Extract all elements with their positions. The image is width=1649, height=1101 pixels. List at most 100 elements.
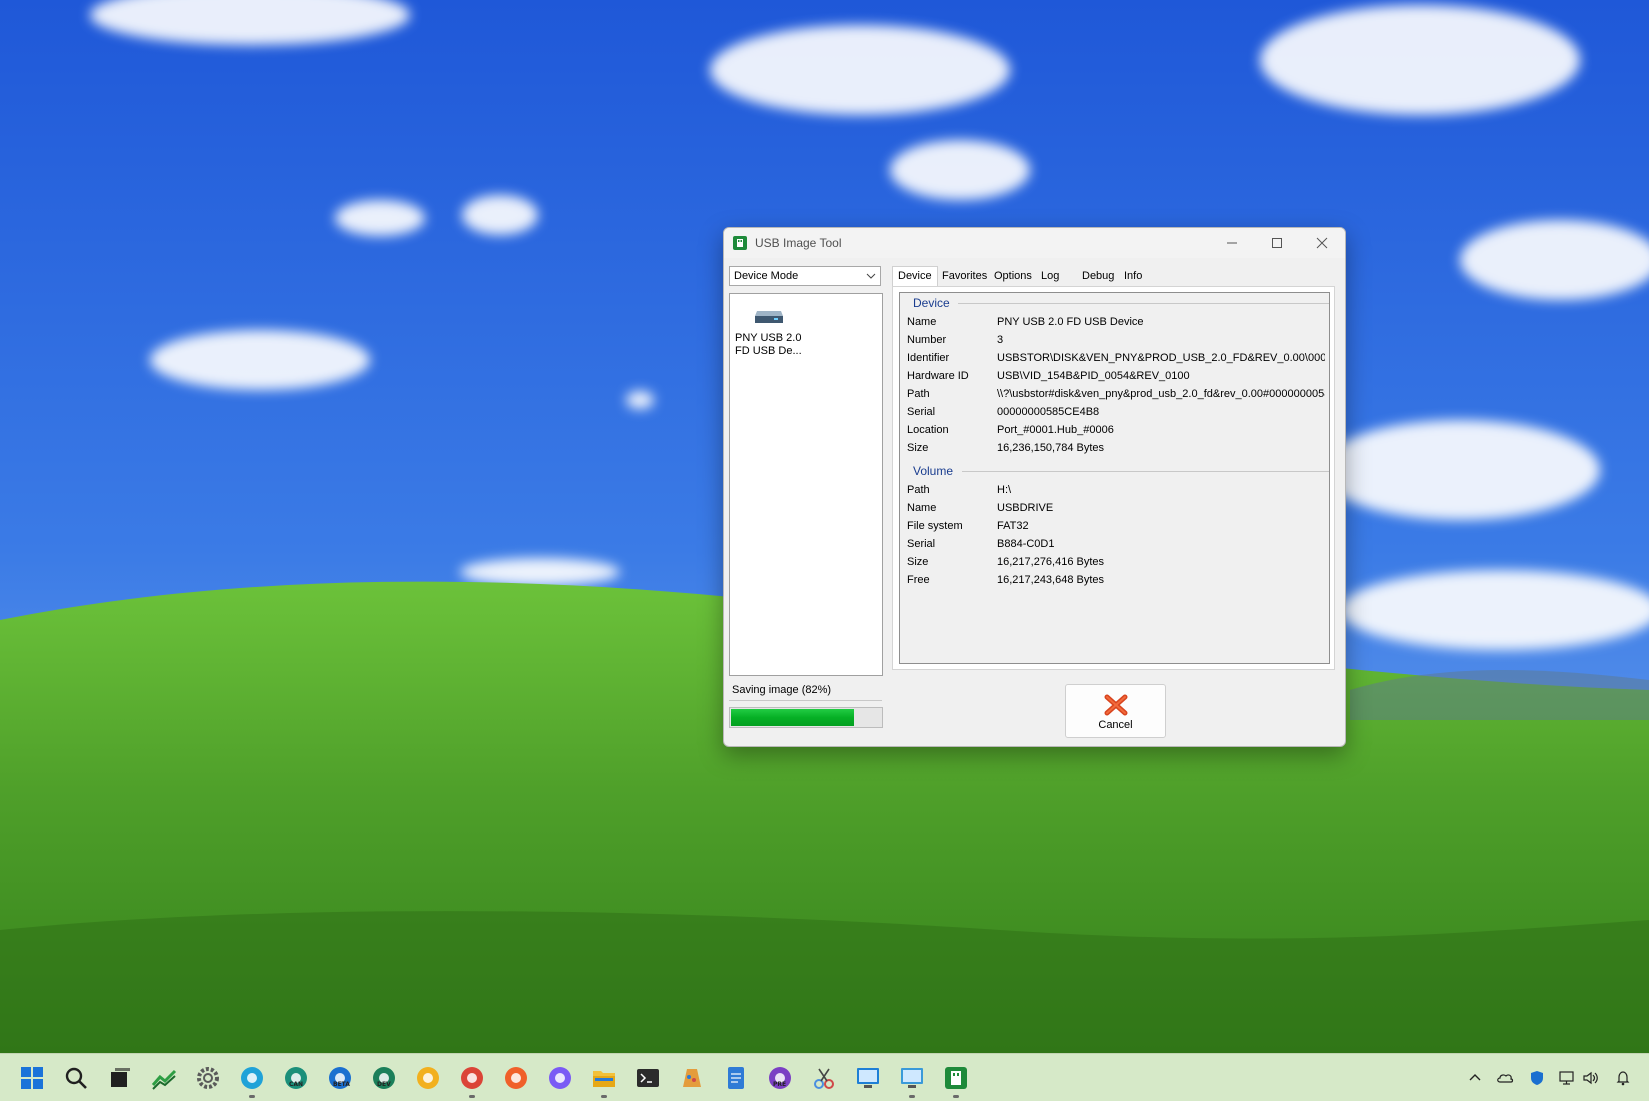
device-row: Identifier USBSTOR\DISK&VEN_PNY&PROD_USB…	[907, 352, 1325, 368]
volume-row: Serial B884-C0D1	[907, 538, 1325, 554]
edge-canary-badge: CAN	[289, 1081, 304, 1088]
snipping-tool-icon[interactable]	[811, 1065, 837, 1091]
device-group-title: Device	[913, 296, 953, 310]
device-row: Path \\?\usbstor#disk&ven_pny&prod_usb_2…	[907, 388, 1325, 404]
stock-app-icon[interactable]	[151, 1065, 177, 1091]
row-label: Serial	[907, 538, 936, 550]
edge-icon[interactable]	[239, 1065, 265, 1091]
minimize-icon	[1227, 242, 1237, 244]
defender-icon[interactable]	[1528, 1070, 1546, 1086]
device-row: Size 16,236,150,784 Bytes	[907, 442, 1325, 458]
row-label: Location	[907, 424, 949, 436]
volume-row: File system FAT32	[907, 520, 1325, 536]
tab-debug[interactable]: Debug	[1082, 266, 1114, 286]
row-label: Name	[907, 502, 937, 514]
row-value: PNY USB 2.0 FD USB Device	[997, 316, 1144, 328]
close-button[interactable]	[1299, 228, 1345, 258]
tab-device[interactable]: Device	[892, 266, 938, 286]
powershell-preview-badge: PRE	[773, 1081, 787, 1088]
terminal-icon[interactable]	[635, 1065, 661, 1091]
chrome-canary-icon[interactable]	[415, 1065, 441, 1091]
paint-icon[interactable]	[679, 1065, 705, 1091]
tab-log[interactable]: Log	[1041, 266, 1059, 286]
notepad-icon[interactable]	[723, 1065, 749, 1091]
device-row: Hardware ID USB\VID_154B&PID_0054&REV_01…	[907, 370, 1325, 386]
row-value: Port_#0001.Hub_#0006	[997, 424, 1114, 436]
usb-image-tool-app-icon	[733, 236, 747, 250]
minimize-button[interactable]	[1209, 228, 1255, 258]
row-label: Path	[907, 388, 930, 400]
row-label: Identifier	[907, 352, 950, 364]
running-indicator	[953, 1095, 959, 1098]
volume-group-title: Volume	[913, 464, 957, 478]
volume-row: Path H:\	[907, 484, 1325, 500]
row-label: Path	[907, 484, 930, 496]
usb-image-tool-icon[interactable]	[943, 1065, 969, 1091]
maximize-icon	[1272, 238, 1282, 248]
network-icon[interactable]	[1558, 1070, 1576, 1086]
cancel-button[interactable]: Cancel	[1065, 684, 1166, 738]
row-label: File system	[907, 520, 963, 532]
device-info-box: Device Name PNY USB 2.0 FD USB Device Nu…	[899, 292, 1330, 664]
onedrive-icon[interactable]	[1496, 1070, 1514, 1086]
row-label: Size	[907, 556, 929, 568]
mode-select-value: Device Mode	[734, 270, 799, 282]
start-icon[interactable]	[19, 1065, 45, 1091]
row-value: \\?\usbstor#disk&ven_pny&prod_usb_2.0_fd…	[997, 388, 1325, 400]
device-item-label[interactable]: PNY USB 2.0 FD USB De...	[735, 332, 815, 358]
device-row: Name PNY USB 2.0 FD USB Device	[907, 316, 1325, 332]
row-value: B884-C0D1	[997, 538, 1055, 550]
row-value: 3	[997, 334, 1004, 346]
edge-dev-badge: DEV	[377, 1081, 391, 1088]
usb-drive-icon	[755, 311, 783, 323]
device-tab-panel: Device Name PNY USB 2.0 FD USB Device Nu…	[892, 286, 1335, 670]
device-row: Number 3	[907, 334, 1325, 350]
volume-group-divider	[962, 471, 1329, 472]
volume-row: Size 16,217,276,416 Bytes	[907, 556, 1325, 572]
row-value: FAT32	[997, 520, 1029, 532]
row-value: USBDRIVE	[997, 502, 1054, 514]
settings-icon[interactable]	[195, 1065, 221, 1091]
remote-desktop-icon[interactable]	[855, 1065, 881, 1091]
close-icon	[1316, 237, 1328, 249]
usb-image-tool-window: USB Image Tool Device Mode PNY USB 2.0 F…	[723, 227, 1346, 747]
row-value: 16,236,150,784 Bytes	[997, 442, 1105, 454]
device-row: Location Port_#0001.Hub_#0006	[907, 424, 1325, 440]
row-label: Free	[907, 574, 930, 586]
tab-options[interactable]: Options	[994, 266, 1032, 286]
mode-select[interactable]: Device Mode	[729, 266, 881, 286]
row-value: 16,217,243,648 Bytes	[997, 574, 1105, 586]
running-indicator	[909, 1095, 915, 1098]
progress-bar-fill	[731, 709, 854, 726]
cancel-x-icon	[1104, 694, 1128, 716]
copilot-icon[interactable]	[547, 1065, 573, 1091]
volume-row: Name USBDRIVE	[907, 502, 1325, 518]
maximize-button[interactable]	[1254, 228, 1300, 258]
row-label: Number	[907, 334, 947, 346]
status-text-box: Saving image (82%)	[729, 682, 882, 701]
chevron-up-icon[interactable]	[1466, 1070, 1484, 1086]
file-explorer-icon[interactable]	[591, 1065, 617, 1091]
volume-icon[interactable]	[1582, 1070, 1600, 1086]
firefox-icon[interactable]	[503, 1065, 529, 1091]
row-value: USB\VID_154B&PID_0054&REV_0100	[997, 370, 1190, 382]
row-label: Name	[907, 316, 937, 328]
tab-info[interactable]: Info	[1124, 266, 1142, 286]
edge-beta-badge: BETA	[333, 1081, 350, 1088]
title-bar[interactable]: USB Image Tool	[724, 228, 1345, 258]
cancel-label: Cancel	[1098, 719, 1133, 731]
search-icon[interactable]	[63, 1065, 89, 1091]
tab-favorites[interactable]: Favorites	[942, 266, 987, 286]
notification-icon[interactable]	[1614, 1070, 1632, 1086]
chrome-icon[interactable]	[459, 1065, 485, 1091]
taskbar: CAN BETA DEV PRE	[0, 1053, 1649, 1101]
device-list[interactable]: PNY USB 2.0 FD USB De...	[729, 293, 883, 676]
window-title: USB Image Tool	[755, 236, 842, 250]
row-value: USBSTOR\DISK&VEN_PNY&PROD_USB_2.0_FD&REV…	[997, 352, 1325, 364]
row-label: Hardware ID	[907, 370, 969, 382]
task-view-icon[interactable]	[107, 1065, 133, 1091]
control-panel-icon[interactable]	[899, 1065, 925, 1091]
status-text: Saving image (82%)	[732, 684, 832, 696]
progress-bar	[729, 707, 883, 728]
volume-row: Free 16,217,243,648 Bytes	[907, 574, 1325, 590]
